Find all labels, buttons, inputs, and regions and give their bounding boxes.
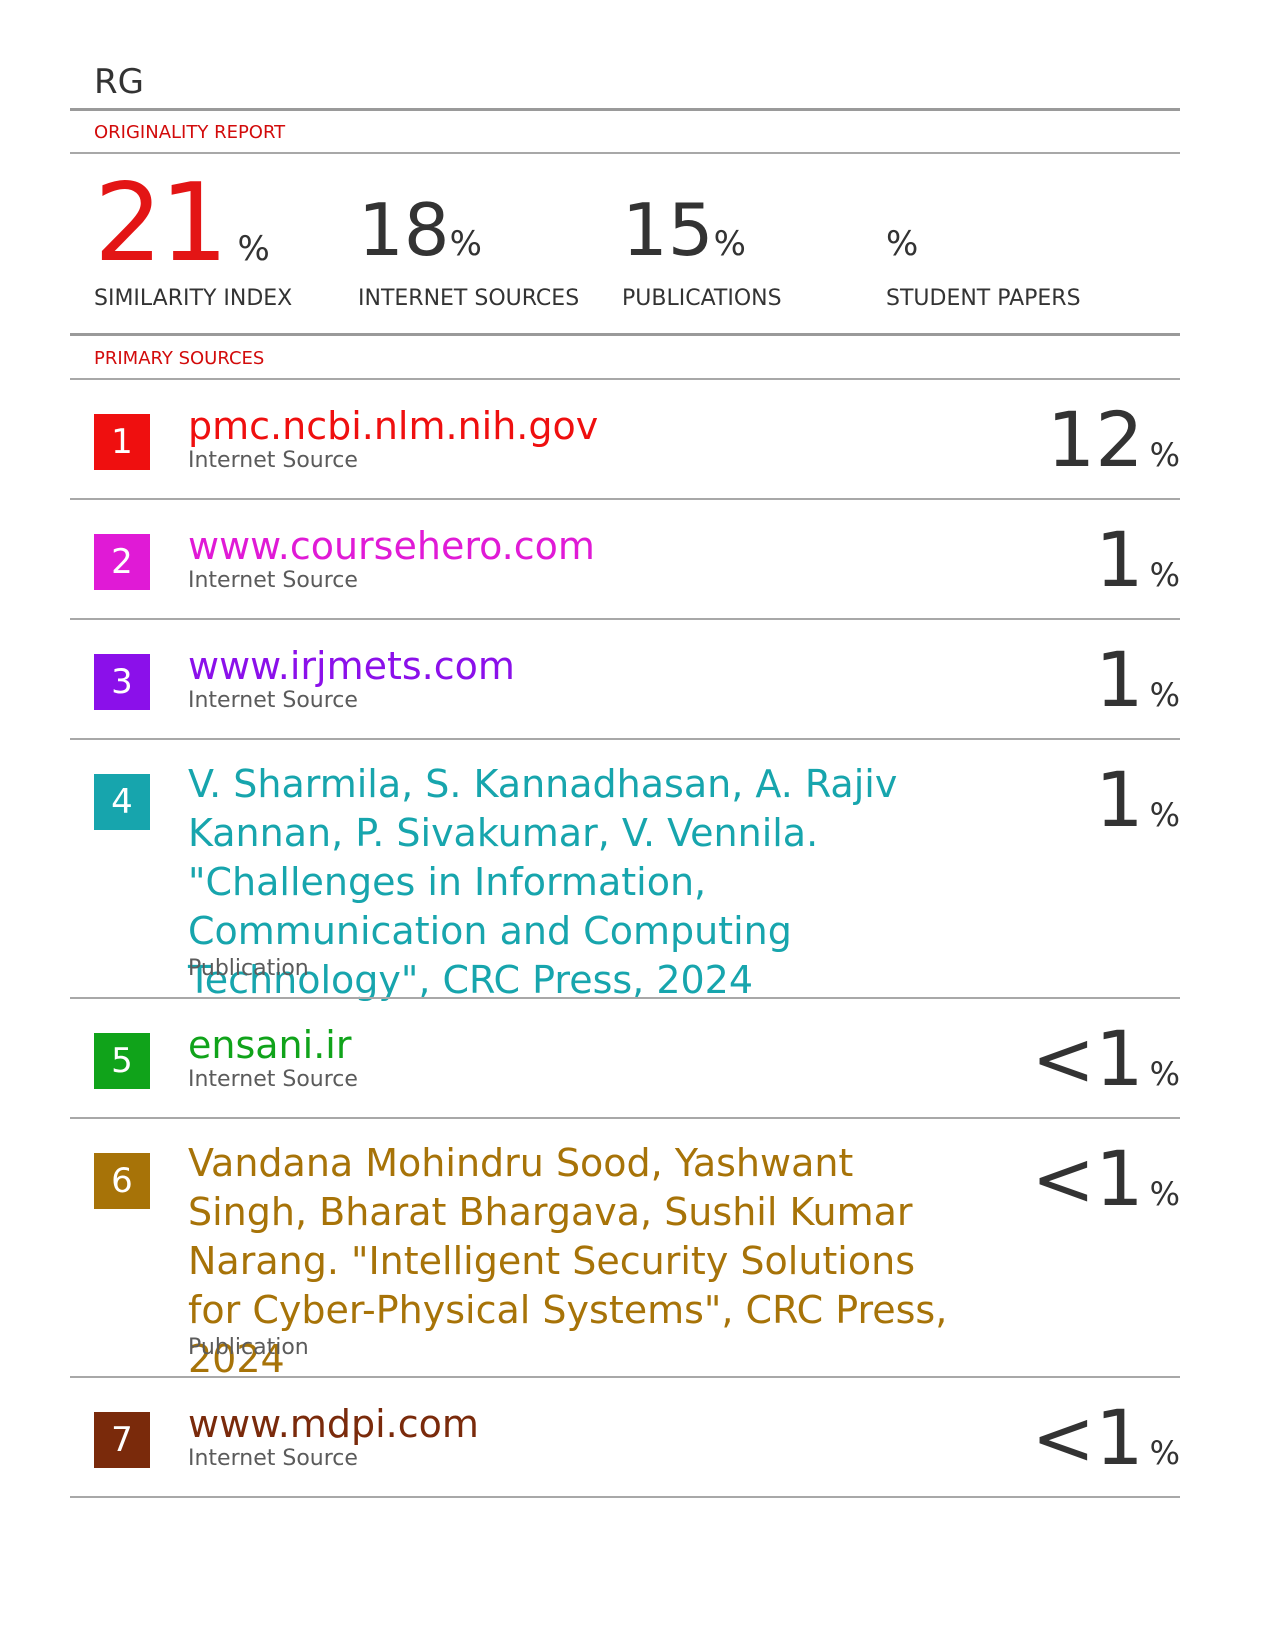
source-percent: <1% [1032,1139,1180,1219]
source-percent-value: 1 [1095,755,1144,844]
similarity-index-label: SIMILARITY INDEX [94,286,293,311]
source-percent: 1% [1095,520,1180,600]
student-papers-label: STUDENT PAPERS [886,286,1081,311]
similarity-index-value: 21 [94,161,228,286]
source-percent: <1% [1032,1019,1180,1099]
internet-sources-value: 18 [358,188,450,272]
source-percent-unit: % [1149,1175,1180,1213]
source-row-1[interactable]: 1 pmc.ncbi.nlm.nih.gov Internet Source 1… [70,380,1180,500]
source-type: Publication [188,956,309,981]
internet-sources-label: INTERNET SOURCES [358,286,580,311]
student-papers-unit: % [886,224,919,264]
source-index-badge: 4 [94,774,150,830]
source-title-link[interactable]: www.coursehero.com [188,520,1028,572]
source-type: Internet Source [188,1446,358,1471]
source-row-2[interactable]: 2 www.coursehero.com Internet Source 1% [70,500,1180,620]
source-percent-value: <1 [1031,1014,1144,1103]
source-percent-unit: % [1149,1434,1180,1472]
source-index-badge: 3 [94,654,150,710]
section-divider [70,152,1180,154]
source-type: Publication [188,1335,309,1360]
primary-sources-label: PRIMARY SOURCES [94,348,265,369]
source-percent: <1% [1032,1398,1180,1478]
source-row-4[interactable]: 4 V. Sharmila, S. Kannadhasan, A. Rajiv … [70,740,1180,1002]
source-percent-value: 1 [1095,635,1144,724]
source-index-badge: 2 [94,534,150,590]
originality-report-label: ORIGINALITY REPORT [94,122,286,143]
source-percent-unit: % [1149,1055,1180,1093]
title-divider [70,108,1180,111]
publications-unit: % [713,224,746,264]
source-percent-unit: % [1149,436,1180,474]
publications-label: PUBLICATIONS [622,286,782,311]
source-type: Internet Source [188,688,358,713]
source-percent: 1% [1095,760,1180,840]
row-divider [70,1496,1180,1498]
source-percent: 12% [1047,400,1180,480]
source-title-link[interactable]: pmc.ncbi.nlm.nih.gov [188,400,1028,452]
source-type: Internet Source [188,448,358,473]
source-row-5[interactable]: 5 ensani.ir Internet Source <1% [70,999,1180,1119]
source-index-badge: 5 [94,1033,150,1089]
source-title-link[interactable]: V. Sharmila, S. Kannadhasan, A. Rajiv Ka… [188,760,998,1005]
source-percent-unit: % [1149,556,1180,594]
source-title-link[interactable]: ensani.ir [188,1019,1028,1071]
source-percent-unit: % [1149,676,1180,714]
source-title-link[interactable]: www.mdpi.com [188,1398,1028,1450]
source-percent-unit: % [1149,796,1180,834]
source-percent: 1% [1095,640,1180,720]
source-percent-value: 1 [1095,515,1144,604]
source-title-link[interactable]: www.irjmets.com [188,640,1028,692]
source-index-badge: 1 [94,414,150,470]
source-row-7[interactable]: 7 www.mdpi.com Internet Source <1% [70,1378,1180,1498]
source-index-badge: 7 [94,1412,150,1468]
source-type: Internet Source [188,568,358,593]
similarity-index-unit: % [237,229,270,269]
publications-value: 15 [622,188,714,272]
stats-divider [70,333,1180,336]
source-row-3[interactable]: 3 www.irjmets.com Internet Source 1% [70,620,1180,740]
source-percent-value: 12 [1046,395,1144,484]
source-percent-value: <1 [1031,1393,1144,1482]
source-type: Internet Source [188,1067,358,1092]
report-title: RG [94,62,144,102]
source-percent-value: <1 [1031,1134,1144,1223]
source-row-6[interactable]: 6 Vandana Mohindru Sood, Yashwant Singh,… [70,1119,1180,1381]
source-index-badge: 6 [94,1153,150,1209]
internet-sources-unit: % [449,224,482,264]
